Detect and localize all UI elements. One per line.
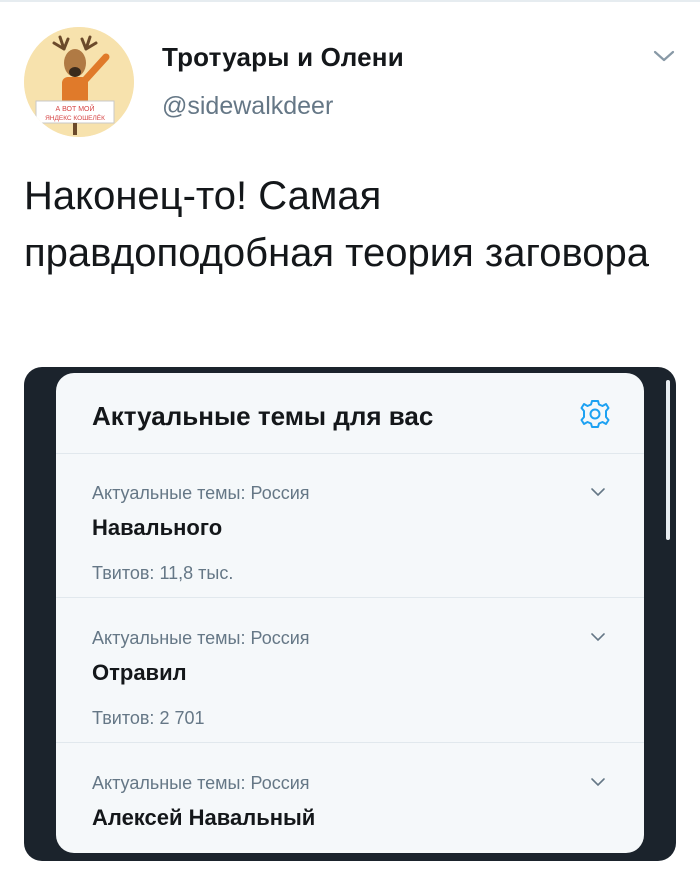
trend-context: Актуальные темы: Россия: [92, 628, 310, 648]
svg-text:ЯНДЕКС КОШЕЛЁК: ЯНДЕКС КОШЕЛЁК: [45, 114, 105, 122]
author-handle[interactable]: @sidewalkdeer: [162, 92, 333, 121]
trend-name: Отравил: [92, 660, 187, 685]
trend-name: Навального: [92, 515, 223, 540]
trends-title: Актуальные темы для вас: [92, 401, 434, 431]
deer-protest-avatar-icon: А ВОТ МОЙ ЯНДЕКС КОШЕЛЁК: [24, 27, 134, 137]
chevron-down-icon: [588, 775, 608, 789]
chevron-down-icon[interactable]: [650, 46, 678, 66]
author-name[interactable]: Тротуары и Олени: [162, 42, 404, 73]
trends-header: Актуальные темы для вас: [56, 373, 644, 454]
divider: [0, 0, 700, 2]
trend-context: Актуальные темы: Россия: [92, 483, 310, 503]
gear-icon: [578, 397, 612, 431]
scrollbar: [666, 380, 670, 540]
trend-name: Алексей Навальный: [92, 805, 316, 830]
avatar[interactable]: А ВОТ МОЙ ЯНДЕКС КОШЕЛЁК: [24, 27, 134, 137]
tweet-text: Наконец-то! Самая правдоподобная теория …: [24, 174, 649, 275]
chevron-down-icon: [588, 630, 608, 644]
trend-count: Твитов: 2 701: [92, 708, 205, 728]
trend-count: Твитов: 11,8 тыс.: [92, 563, 234, 583]
trend-item: Актуальные темы: Россия Алексей Навальны…: [56, 743, 644, 853]
svg-text:А ВОТ МОЙ: А ВОТ МОЙ: [55, 104, 94, 113]
trend-item: Актуальные темы: Россия Навального Твито…: [56, 453, 644, 598]
chevron-down-icon: [588, 485, 608, 499]
trend-item: Актуальные темы: Россия Отравил Твитов: …: [56, 598, 644, 743]
trend-context: Актуальные темы: Россия: [92, 773, 310, 793]
tweet: А ВОТ МОЙ ЯНДЕКС КОШЕЛЁК Тротуары и Олен…: [0, 0, 700, 889]
trends-card: Актуальные темы для вас Актуальные темы:…: [56, 373, 644, 853]
